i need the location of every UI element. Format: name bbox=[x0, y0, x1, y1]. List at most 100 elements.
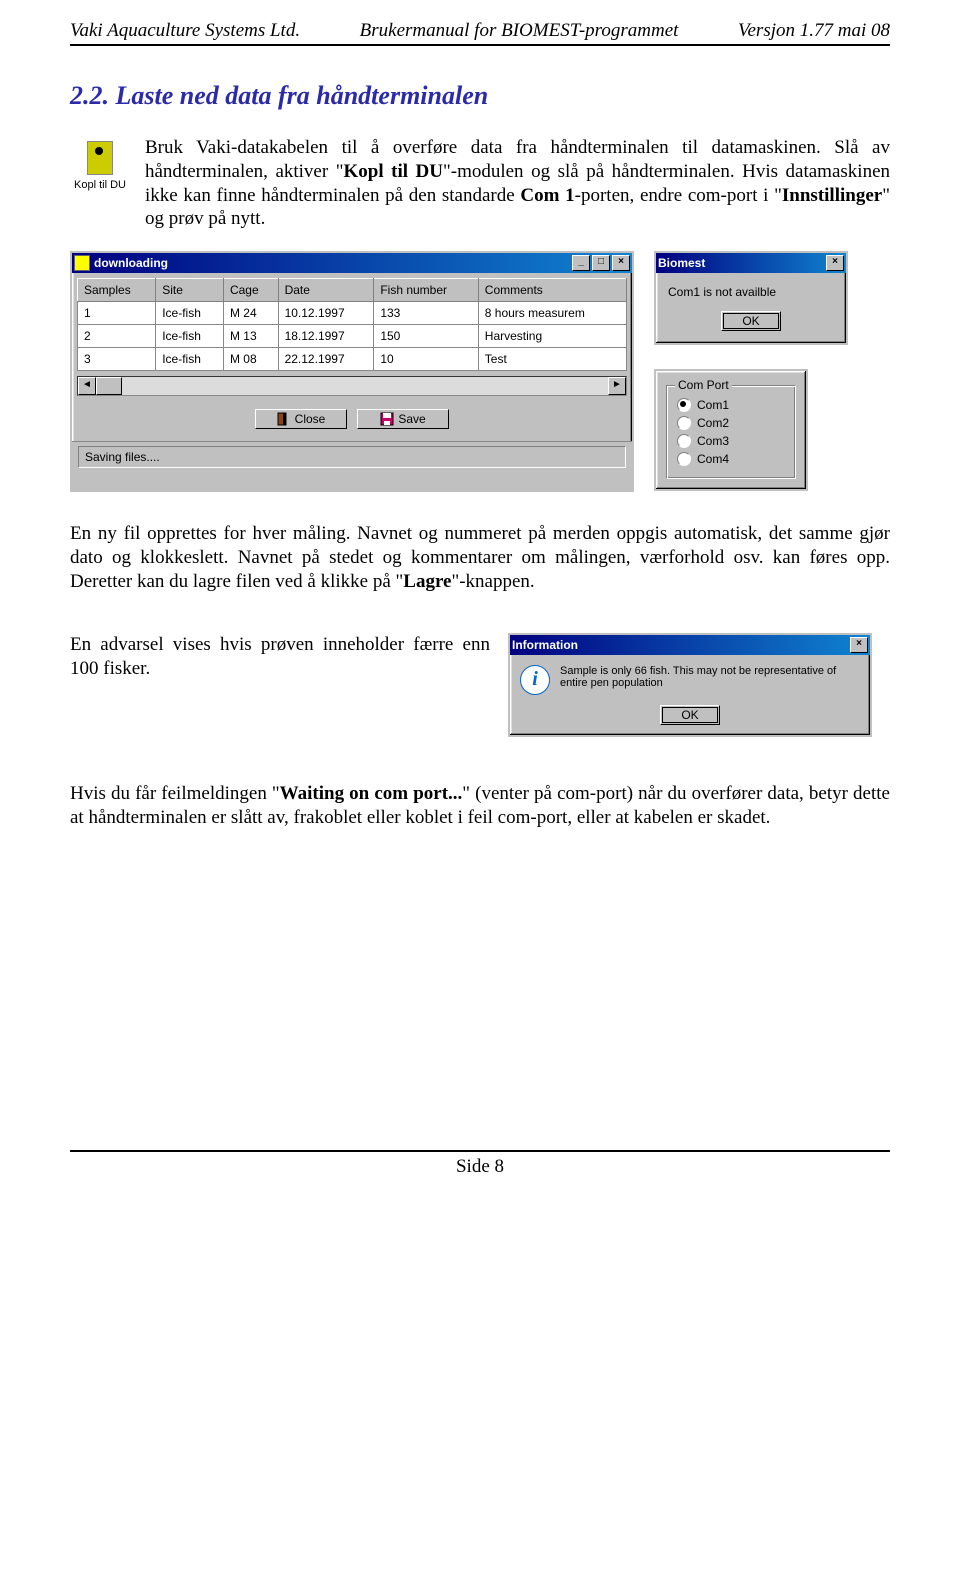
downloading-titlebar[interactable]: downloading _ □ × bbox=[72, 253, 632, 273]
intro-block: Kopl til DU Bruk Vaki-datakabelen til å … bbox=[70, 136, 890, 231]
information-dialog: Information × i Sample is only 66 fish. … bbox=[508, 633, 872, 737]
downloading-window: downloading _ □ × Samples Site Cage Date… bbox=[70, 251, 634, 492]
section-title: 2.2. Laste ned data fra håndterminalen bbox=[70, 81, 890, 111]
biomest-titlebar[interactable]: Biomest × bbox=[656, 253, 846, 273]
cell: 8 hours measurem bbox=[478, 302, 626, 325]
biomest-dialog: Biomest × Com1 is not availble OK bbox=[654, 251, 848, 345]
cell: 3 bbox=[78, 348, 156, 371]
du-device-icon bbox=[87, 141, 113, 175]
text: "-knappen. bbox=[451, 571, 534, 592]
radio-icon bbox=[677, 398, 691, 412]
radio-label: Com4 bbox=[697, 452, 729, 466]
error-message: Com1 is not availble bbox=[668, 285, 834, 299]
document-page: Vaki Aquaculture Systems Ltd. Brukermanu… bbox=[0, 0, 960, 1218]
table-row[interactable]: 3 Ice-fish M 08 22.12.1997 10 Test bbox=[78, 348, 627, 371]
status-bar: Saving files.... bbox=[72, 441, 632, 490]
text: -porten, endre com-port i " bbox=[575, 185, 782, 206]
close-button[interactable]: Close bbox=[255, 409, 347, 429]
save-button[interactable]: Save bbox=[357, 409, 449, 429]
radio-com2[interactable]: Com2 bbox=[677, 416, 785, 430]
page-header: Vaki Aquaculture Systems Ltd. Brukermanu… bbox=[70, 20, 890, 46]
door-exit-icon bbox=[277, 412, 291, 426]
app-icon bbox=[74, 255, 90, 271]
cell: Test bbox=[478, 348, 626, 371]
ok-button[interactable]: OK bbox=[660, 705, 719, 725]
bold-text: Com 1 bbox=[520, 185, 574, 206]
intro-paragraph: Bruk Vaki-datakabelen til å overføre dat… bbox=[145, 136, 890, 231]
kopl-til-du-icon: Kopl til DU bbox=[70, 136, 130, 231]
horizontal-scrollbar[interactable]: ◄ ► bbox=[77, 376, 627, 396]
cell: Ice-fish bbox=[156, 348, 224, 371]
close-button[interactable]: × bbox=[826, 255, 844, 271]
window-title: Information bbox=[512, 638, 850, 652]
kopl-icon-label: Kopl til DU bbox=[70, 179, 130, 191]
comport-panel: Com Port Com1 Com2 Com3 Com4 bbox=[654, 369, 808, 491]
samples-table: Samples Site Cage Date Fish number Comme… bbox=[77, 278, 627, 371]
radio-icon bbox=[677, 434, 691, 448]
maximize-button[interactable]: □ bbox=[592, 255, 610, 271]
col-fishnumber[interactable]: Fish number bbox=[374, 279, 478, 302]
scroll-right-icon[interactable]: ► bbox=[608, 377, 626, 395]
warning-row: En advarsel vises hvis prøven inneholder… bbox=[70, 633, 890, 737]
close-button[interactable]: × bbox=[850, 637, 868, 653]
button-label: Close bbox=[295, 412, 326, 426]
window-title: downloading bbox=[94, 256, 572, 270]
cell: M 13 bbox=[223, 325, 278, 348]
groupbox-legend: Com Port bbox=[675, 378, 732, 392]
table-row[interactable]: 2 Ice-fish M 13 18.12.1997 150 Harvestin… bbox=[78, 325, 627, 348]
radio-label: Com3 bbox=[697, 434, 729, 448]
screenshot-row: downloading _ □ × Samples Site Cage Date… bbox=[70, 251, 890, 492]
cell: Harvesting bbox=[478, 325, 626, 348]
table-row[interactable]: 1 Ice-fish M 24 10.12.1997 133 8 hours m… bbox=[78, 302, 627, 325]
cell: M 24 bbox=[223, 302, 278, 325]
table-header-row: Samples Site Cage Date Fish number Comme… bbox=[78, 279, 627, 302]
header-right: Versjon 1.77 mai 08 bbox=[738, 20, 890, 42]
cell: 10 bbox=[374, 348, 478, 371]
scroll-left-icon[interactable]: ◄ bbox=[78, 377, 96, 395]
bold-text: Lagre bbox=[403, 571, 451, 592]
cell: M 08 bbox=[223, 348, 278, 371]
information-titlebar[interactable]: Information × bbox=[510, 635, 870, 655]
col-site[interactable]: Site bbox=[156, 279, 224, 302]
ok-button[interactable]: OK bbox=[721, 311, 780, 331]
cell: 150 bbox=[374, 325, 478, 348]
minimize-button[interactable]: _ bbox=[572, 255, 590, 271]
radio-com4[interactable]: Com4 bbox=[677, 452, 785, 466]
window-title: Biomest bbox=[658, 256, 826, 270]
bold-text: Kopl til DU bbox=[343, 161, 443, 182]
cell: 133 bbox=[374, 302, 478, 325]
radio-icon bbox=[677, 452, 691, 466]
radio-label: Com2 bbox=[697, 416, 729, 430]
col-comments[interactable]: Comments bbox=[478, 279, 626, 302]
cell: Ice-fish bbox=[156, 302, 224, 325]
radio-com1[interactable]: Com1 bbox=[677, 398, 785, 412]
bold-text: Waiting on com port... bbox=[280, 783, 463, 804]
warning-text: En advarsel vises hvis prøven inneholder… bbox=[70, 633, 490, 681]
col-samples[interactable]: Samples bbox=[78, 279, 156, 302]
cell: 10.12.1997 bbox=[278, 302, 374, 325]
floppy-save-icon bbox=[380, 412, 394, 426]
header-center: Brukermanual for BIOMEST-programmet bbox=[360, 20, 679, 42]
cell: 22.12.1997 bbox=[278, 348, 374, 371]
radio-icon bbox=[677, 416, 691, 430]
cell: 1 bbox=[78, 302, 156, 325]
radio-com3[interactable]: Com3 bbox=[677, 434, 785, 448]
comport-groupbox: Com Port Com1 Com2 Com3 Com4 bbox=[666, 385, 796, 479]
info-icon: i bbox=[520, 665, 550, 695]
cell: 2 bbox=[78, 325, 156, 348]
page-number: Side 8 bbox=[456, 1156, 504, 1177]
button-label: Save bbox=[398, 412, 425, 426]
cell: Ice-fish bbox=[156, 325, 224, 348]
close-button[interactable]: × bbox=[612, 255, 630, 271]
text: Hvis du får feilmeldingen " bbox=[70, 783, 280, 804]
status-text: Saving files.... bbox=[78, 446, 626, 468]
radio-label: Com1 bbox=[697, 398, 729, 412]
scroll-thumb[interactable] bbox=[96, 377, 122, 395]
col-date[interactable]: Date bbox=[278, 279, 374, 302]
middle-paragraph: En ny fil opprettes for hver måling. Nav… bbox=[70, 522, 890, 593]
bold-text: Innstillinger bbox=[782, 185, 882, 206]
info-message: Sample is only 66 fish. This may not be … bbox=[560, 665, 860, 689]
page-footer: Side 8 bbox=[70, 1150, 890, 1178]
bottom-paragraph: Hvis du får feilmeldingen "Waiting on co… bbox=[70, 782, 890, 830]
col-cage[interactable]: Cage bbox=[223, 279, 278, 302]
